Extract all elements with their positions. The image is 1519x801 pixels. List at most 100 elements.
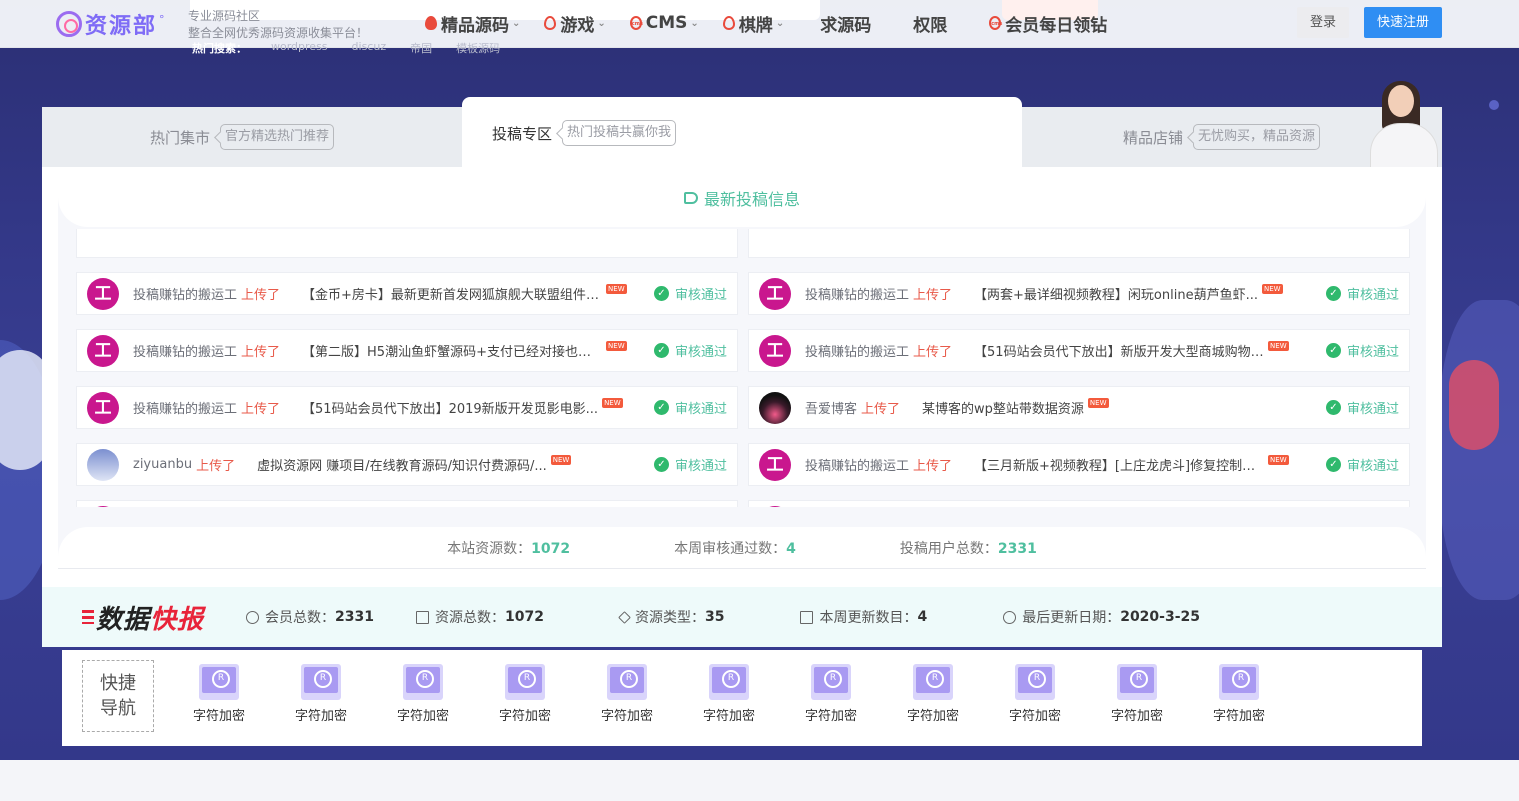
quick-nav-item[interactable]: 字符加密 (699, 664, 759, 724)
avatar[interactable]: 工 (759, 505, 791, 507)
hot-search-link[interactable]: discuz (352, 40, 387, 56)
list-item[interactable] (748, 229, 1410, 258)
hot-search-link[interactable]: wordpress (271, 40, 328, 56)
new-badge: NEW (606, 340, 627, 351)
avatar[interactable]: 工 (87, 505, 119, 507)
avatar[interactable]: 工 (759, 334, 791, 367)
quick-nav-item-label: 字符加密 (804, 709, 857, 724)
quick-nav-item[interactable]: 字符加密 (801, 664, 861, 724)
nav-item-label: 精品源码 (441, 15, 509, 36)
nav-item-permissions[interactable]: 权限 (913, 11, 947, 36)
user-name[interactable]: 投稿赚钻的搬运工 (133, 341, 237, 360)
chevron-down-icon: ⌄ (597, 17, 606, 29)
quick-nav-item[interactable]: 字符加密 (903, 664, 963, 724)
status-text: 审核通过 (674, 345, 727, 360)
encryption-tool-icon (913, 664, 953, 700)
feed-heading: 最新投稿信息 (58, 169, 1426, 227)
avatar[interactable]: 工 (87, 334, 119, 367)
fire-icon (425, 16, 437, 30)
user-name[interactable]: 投稿赚钻的搬运工 (805, 341, 909, 360)
action-text: 上传了 (241, 345, 281, 360)
site-tagline: 专业源码社区 整合全网优秀源码资源收集平台！ (188, 8, 368, 42)
list-item[interactable]: 工投稿赚钻的搬运工 上传了 【51码站会员代下放出】新版开发大型商城购物网... NE… (748, 329, 1410, 372)
list-item[interactable]: 工投稿赚钻的搬运工上传了【三月修复+视频教程！完美水果机windows版】修复.… (76, 500, 738, 507)
nav-item-source[interactable]: 精品源码 ⌄ (425, 11, 520, 36)
avatar[interactable] (87, 448, 119, 481)
list-item[interactable]: 工投稿赚钻的搬运工 上传了 【51码站会员代下放出】2019新版开发觅影电影... N… (76, 386, 738, 429)
encryption-tool-icon (1117, 664, 1157, 700)
register-button[interactable]: 快速注册 (1364, 7, 1442, 38)
cms-icon: cms (629, 16, 643, 30)
hot-search-label: 热门搜索： (192, 42, 247, 55)
nav-item-label: 会员每日领钻 (1005, 15, 1108, 36)
list-item[interactable]: 工投稿赚钻的搬运工 上传了 【金币+房卡】最新更新首发网狐旗舰大联盟组件+... NE… (76, 272, 738, 315)
avatar[interactable]: 工 (759, 277, 791, 310)
resource-title[interactable]: 【三月新版+视频教程】[上庄龙虎斗]修复控制，... (974, 455, 1264, 474)
list-item[interactable] (76, 229, 738, 258)
action-text: 上传了 (861, 402, 901, 417)
quick-nav-item-label: 字符加密 (1212, 709, 1265, 724)
nav-item-games[interactable]: 游戏 ⌄ (544, 11, 606, 36)
avatar[interactable]: 工 (759, 448, 791, 481)
tab-pill: 无忧购买，精品资源 (1193, 124, 1321, 150)
stat-label: 投稿用户总数： (899, 541, 998, 557)
hot-search-link[interactable]: 模板源码 (456, 40, 500, 56)
nav-item-request[interactable]: 求源码 (820, 11, 871, 36)
stat-value: 2331 (997, 541, 1037, 557)
resource-title[interactable]: 【两套+最详细视频教程】闲玩online葫芦鱼虾... (974, 284, 1258, 303)
tab-shops[interactable]: 精品店铺 无忧购买，精品资源 (1123, 107, 1321, 167)
list-item[interactable]: 工投稿赚钻的搬运工 上传了 【第二版】H5潮汕鱼虾蟹源码+支付已经对接也可... NE… (76, 329, 738, 372)
calendar-icon (800, 610, 814, 624)
brand-text-accent: 快报 (150, 604, 205, 635)
quick-nav-item[interactable]: 字符加密 (1005, 664, 1065, 724)
avatar[interactable]: 工 (87, 277, 119, 310)
user-name[interactable]: 投稿赚钻的搬运工 (805, 455, 909, 474)
quick-nav-item[interactable]: 字符加密 (597, 664, 657, 724)
list-item[interactable]: 吾爱博客 上传了 某博客的wp整站带数据资源 NEW ✓ 审核通过 (748, 386, 1410, 429)
avatar[interactable]: 工 (87, 391, 119, 424)
stat-week-updates: 本周更新数目： 4 (800, 607, 927, 627)
quick-nav-item[interactable]: 字符加密 (189, 664, 249, 724)
user-name[interactable]: 投稿赚钻的搬运工 (133, 398, 237, 417)
mascot-image (1364, 81, 1444, 167)
tab-hot-market[interactable]: 热门集市 官方精选热门推荐 (150, 107, 335, 167)
resource-title[interactable]: 【金币+房卡】最新更新首发网狐旗舰大联盟组件+... (302, 284, 602, 303)
action-text: 上传了 (913, 345, 953, 360)
resource-title[interactable]: 【51码站会员代下放出】新版开发大型商城购物网... (974, 341, 1264, 360)
resource-title[interactable]: 【第二版】H5潮汕鱼虾蟹源码+支付已经对接也可... (302, 341, 602, 360)
status-text: 审核通过 (674, 288, 727, 303)
resource-title[interactable]: 某博客的wp整站带数据资源 (922, 398, 1084, 417)
site-logo[interactable]: 资源部 ° (56, 8, 165, 40)
list-item[interactable]: ziyuanbu 上传了 虚拟资源网 赚项目/在线教育源码/知识付费源码/... NE… (76, 443, 738, 486)
decor-dot (1489, 100, 1499, 110)
list-item[interactable]: 工投稿赚钻的搬运工 上传了 【三月新版+视频教程】[上庄龙虎斗]修复控制，... NE… (748, 443, 1410, 486)
content-panel: 热门集市 官方精选热门推荐 投稿专区 热门投稿共赢你我 精品店铺 无忧购买，精品… (42, 81, 1442, 647)
status-badge: ✓ 审核通过 (1325, 398, 1399, 417)
tab-submissions[interactable]: 投稿专区 热门投稿共赢你我 (462, 97, 1022, 169)
user-name[interactable]: 吾爱博客 (805, 398, 857, 417)
tab-label: 精品店铺 (1123, 128, 1184, 147)
user-name[interactable]: ziyuanbu (133, 457, 192, 472)
encryption-tool-icon (607, 664, 647, 700)
hot-search-link[interactable]: 帝国 (410, 40, 432, 56)
quick-nav-item[interactable]: 字符加密 (495, 664, 555, 724)
nav-item-cms[interactable]: cms CMS ⌄ (629, 13, 699, 33)
logo-text: 资源部 (85, 14, 158, 39)
avatar[interactable] (759, 391, 791, 424)
user-name[interactable]: 投稿赚钻的搬运工 (133, 284, 237, 303)
check-circle-icon: ✓ (653, 343, 669, 358)
quick-nav-item[interactable]: 字符加密 (393, 664, 453, 724)
nav-item-daily-diamonds[interactable]: cms 会员每日领钻 (989, 11, 1107, 36)
user-name[interactable]: 投稿赚钻的搬运工 (805, 284, 909, 303)
quick-nav-item[interactable]: 字符加密 (291, 664, 351, 724)
quick-nav-item-label: 字符加密 (396, 709, 449, 724)
encryption-tool-icon (1015, 664, 1055, 700)
login-button[interactable]: 登录 (1297, 7, 1349, 38)
list-item[interactable]: 工投稿赚钻的搬运工上传了【带视频教程】运营版双端影视APP白菜，番茄香...NE… (748, 500, 1410, 507)
resource-title[interactable]: 【51码站会员代下放出】2019新版开发觅影电影... (302, 398, 598, 417)
resource-title[interactable]: 虚拟资源网 赚项目/在线教育源码/知识付费源码/... (257, 455, 547, 474)
quick-nav-item[interactable]: 字符加密 (1107, 664, 1167, 724)
quick-nav-item[interactable]: 字符加密 (1209, 664, 1269, 724)
nav-item-chess[interactable]: 棋牌 ⌄ (722, 11, 784, 36)
list-item[interactable]: 工投稿赚钻的搬运工 上传了 【两套+最详细视频教程】闲玩online葫芦鱼虾... N… (748, 272, 1410, 315)
